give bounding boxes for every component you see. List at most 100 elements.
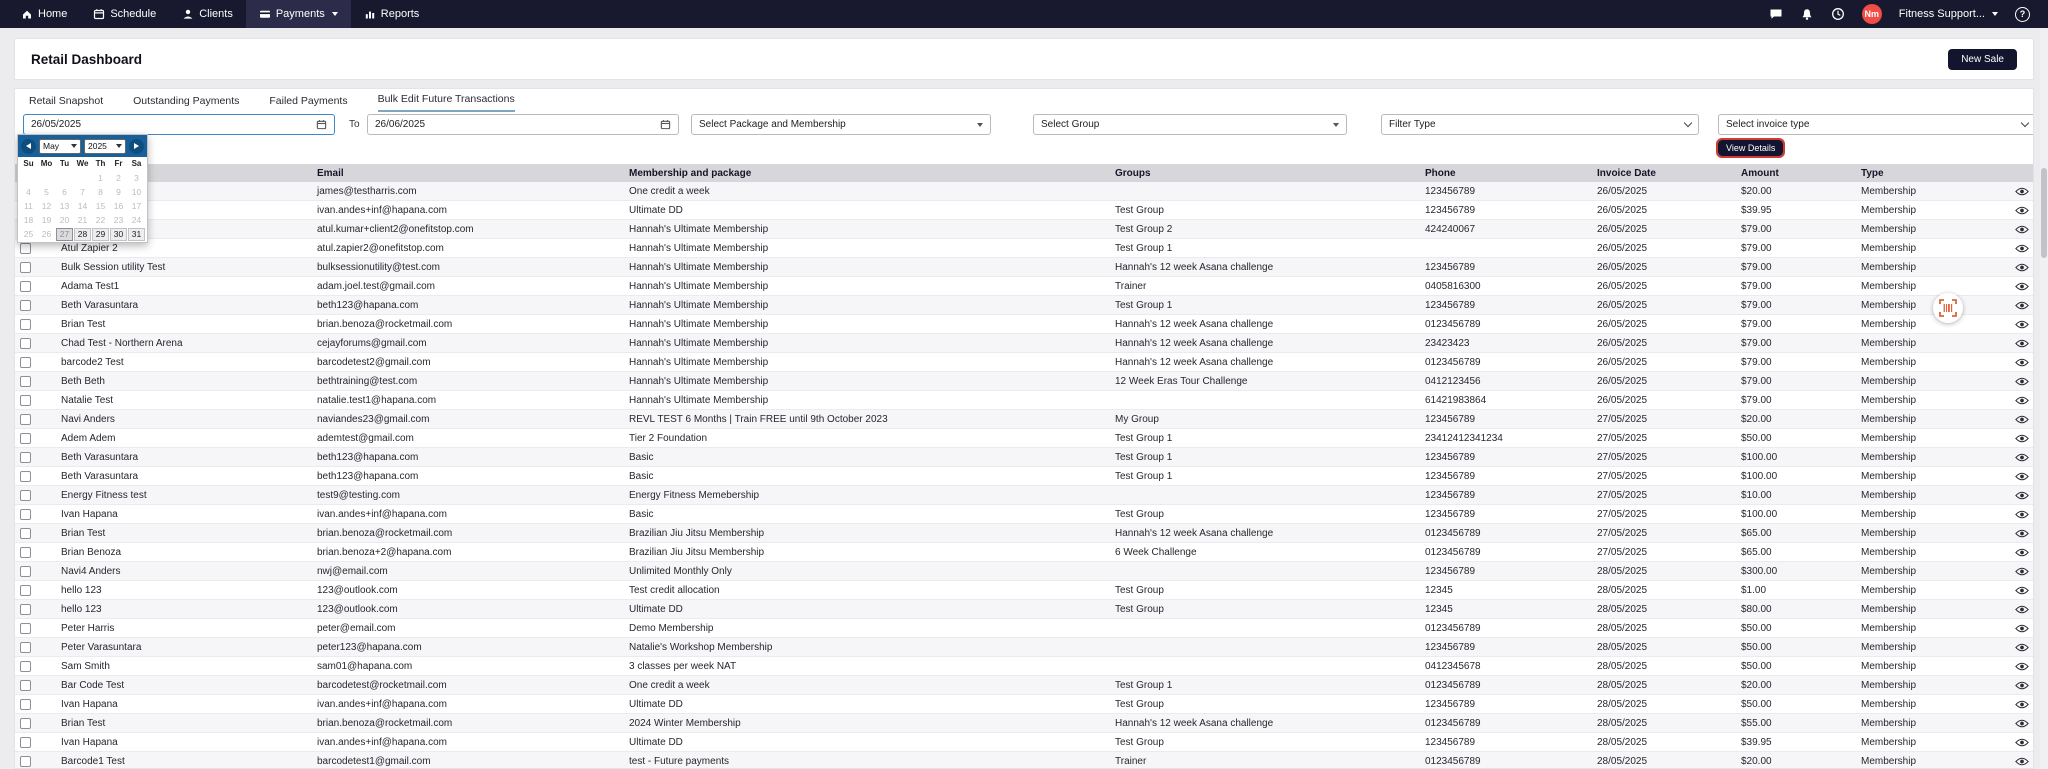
row-checkbox[interactable]	[20, 756, 31, 767]
bell-icon[interactable]	[1800, 8, 1814, 21]
eye-icon[interactable]	[2015, 453, 2029, 462]
nav-item-home[interactable]: Home	[8, 0, 80, 28]
eye-icon[interactable]	[2015, 244, 2029, 253]
scrollbar[interactable]	[2040, 28, 2048, 769]
eye-icon[interactable]	[2015, 339, 2029, 348]
row-checkbox[interactable]	[20, 319, 31, 330]
new-sale-button[interactable]: New Sale	[1948, 49, 2017, 70]
eye-icon[interactable]	[2015, 225, 2029, 234]
row-checkbox[interactable]	[20, 680, 31, 691]
row-checkbox[interactable]	[20, 376, 31, 387]
eye-icon[interactable]	[2015, 700, 2029, 709]
help-icon[interactable]	[2015, 7, 2030, 22]
user-menu[interactable]: Fitness Support...	[1899, 8, 1998, 20]
eye-icon[interactable]	[2015, 643, 2029, 652]
eye-icon[interactable]	[2015, 624, 2029, 633]
row-checkbox[interactable]	[20, 623, 31, 634]
table-row: Ivan Hapana ivan.andes+inf@hapana.com Ul…	[15, 695, 2033, 714]
row-checkbox[interactable]	[20, 490, 31, 501]
eye-icon[interactable]	[2015, 567, 2029, 576]
row-checkbox[interactable]	[20, 547, 31, 558]
row-checkbox[interactable]	[20, 509, 31, 520]
eye-icon[interactable]	[2015, 738, 2029, 747]
calendar-day[interactable]: 29	[92, 228, 109, 241]
chat-icon[interactable]	[1769, 8, 1783, 20]
calendar-day: 26	[38, 228, 55, 241]
calendar-day[interactable]: 31	[128, 228, 145, 241]
row-checkbox[interactable]	[20, 585, 31, 596]
eye-icon[interactable]	[2015, 263, 2029, 272]
row-checkbox[interactable]	[20, 262, 31, 273]
tab-bulk-edit-future-transactions[interactable]: Bulk Edit Future Transactions	[378, 93, 515, 112]
row-checkbox[interactable]	[20, 642, 31, 653]
invoice-type-select[interactable]: Select invoice type	[1718, 114, 2034, 135]
eye-icon[interactable]	[2015, 187, 2029, 196]
cell-amount: $20.00	[1739, 752, 1859, 769]
calendar-day[interactable]: 30	[110, 228, 127, 241]
eye-icon[interactable]	[2015, 396, 2029, 405]
view-details-button[interactable]: View Details	[1718, 140, 1783, 156]
row-checkbox[interactable]	[20, 604, 31, 615]
calendar-day: 3	[128, 172, 145, 185]
eye-icon[interactable]	[2015, 548, 2029, 557]
eye-icon[interactable]	[2015, 301, 2029, 310]
row-checkbox[interactable]	[20, 718, 31, 729]
eye-icon[interactable]	[2015, 529, 2029, 538]
eye-icon[interactable]	[2015, 358, 2029, 367]
row-checkbox[interactable]	[20, 661, 31, 672]
eye-icon[interactable]	[2015, 377, 2029, 386]
avatar[interactable]: Nm	[1862, 4, 1882, 24]
eye-icon[interactable]	[2015, 510, 2029, 519]
eye-icon[interactable]	[2015, 719, 2029, 728]
tab-retail-snapshot[interactable]: Retail Snapshot	[29, 95, 103, 112]
row-checkbox[interactable]	[20, 357, 31, 368]
eye-icon[interactable]	[2015, 415, 2029, 424]
row-checkbox[interactable]	[20, 566, 31, 577]
nav-item-schedule[interactable]: Schedule	[80, 0, 169, 28]
eye-icon[interactable]	[2015, 491, 2029, 500]
date-to-input[interactable]: 26/06/2025	[367, 114, 679, 135]
row-checkbox[interactable]	[20, 433, 31, 444]
tab-failed-payments[interactable]: Failed Payments	[269, 95, 347, 112]
row-checkbox[interactable]	[20, 414, 31, 425]
eye-icon[interactable]	[2015, 586, 2029, 595]
row-checkbox[interactable]	[20, 243, 31, 254]
filter-type-select[interactable]: Filter Type	[1381, 114, 1699, 135]
clock-icon[interactable]	[1831, 7, 1845, 21]
row-checkbox[interactable]	[20, 300, 31, 311]
nav-item-reports[interactable]: Reports	[351, 0, 433, 28]
eye-icon[interactable]	[2015, 434, 2029, 443]
row-checkbox[interactable]	[20, 699, 31, 710]
eye-icon[interactable]	[2015, 206, 2029, 215]
row-checkbox[interactable]	[20, 471, 31, 482]
eye-icon[interactable]	[2015, 605, 2029, 614]
eye-icon[interactable]	[2015, 757, 2029, 766]
cell-membership: Hannah's Ultimate Membership	[627, 239, 1113, 257]
previous-month-button[interactable]	[21, 139, 36, 154]
year-select[interactable]: 2025	[84, 139, 126, 154]
calendar-day[interactable]: 27	[56, 228, 73, 241]
row-checkbox[interactable]	[20, 737, 31, 748]
eye-icon[interactable]	[2015, 282, 2029, 291]
row-checkbox[interactable]	[20, 452, 31, 463]
date-from-input[interactable]: 26/05/2025	[23, 114, 335, 135]
nav-item-payments[interactable]: Payments	[246, 0, 351, 28]
nav-item-clients[interactable]: Clients	[169, 0, 246, 28]
package-membership-select[interactable]: Select Package and Membership	[691, 114, 991, 135]
group-select[interactable]: Select Group	[1033, 114, 1347, 135]
row-checkbox[interactable]	[20, 395, 31, 406]
eye-icon[interactable]	[2015, 472, 2029, 481]
floating-barcode-widget[interactable]	[1933, 293, 1963, 323]
next-month-button[interactable]	[129, 139, 144, 154]
calendar-day[interactable]: 28	[74, 228, 91, 241]
month-select[interactable]: May	[39, 139, 81, 154]
scrollbar-thumb[interactable]	[2041, 168, 2047, 258]
eye-icon[interactable]	[2015, 320, 2029, 329]
eye-icon[interactable]	[2015, 681, 2029, 690]
row-checkbox[interactable]	[20, 528, 31, 539]
cell-type: Membership	[1859, 562, 2009, 580]
eye-icon[interactable]	[2015, 662, 2029, 671]
tab-outstanding-payments[interactable]: Outstanding Payments	[133, 95, 239, 112]
row-checkbox[interactable]	[20, 281, 31, 292]
row-checkbox[interactable]	[20, 338, 31, 349]
